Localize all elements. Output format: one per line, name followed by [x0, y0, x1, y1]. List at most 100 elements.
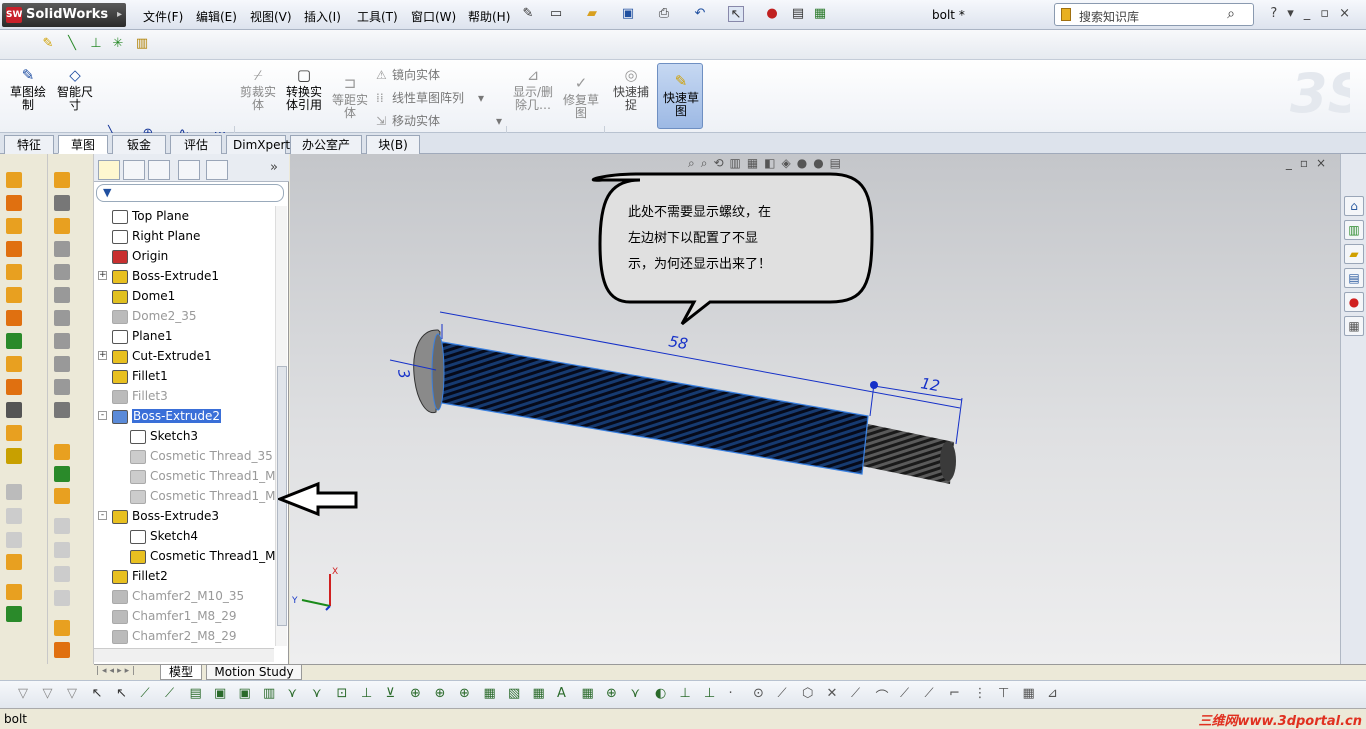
tree-node[interactable]: Cosmetic Thread1_M	[130, 486, 275, 506]
point-tool-icon[interactable]: ✳	[110, 36, 126, 52]
open-folder-icon[interactable]: ▰	[584, 6, 600, 22]
tree-node[interactable]: Origin	[112, 246, 168, 266]
property-manager-tab-icon[interactable]	[123, 160, 145, 180]
selection-filter-icon[interactable]: ⟋	[925, 686, 934, 701]
tab-evaluate[interactable]: 评估	[170, 135, 222, 154]
tree-node[interactable]: Cut-Extrude1	[112, 346, 212, 366]
feature-tool-icon[interactable]	[6, 532, 22, 548]
menu-file[interactable]: 文件(F)	[143, 8, 183, 25]
selection-filter-icon[interactable]: ⊻	[386, 686, 396, 701]
selection-filter-icon[interactable]: ▽	[67, 686, 77, 701]
selection-filter-icon[interactable]: ▽	[43, 686, 53, 701]
selection-filter-icon[interactable]: ⟋	[778, 686, 787, 701]
tab-model[interactable]: 模型	[160, 665, 202, 680]
tree-node[interactable]: Sketch4	[130, 526, 198, 546]
selection-filter-icon[interactable]: ⊥	[680, 686, 691, 701]
selection-filter-icon[interactable]: ⊡	[337, 686, 348, 701]
feature-tool-icon[interactable]	[6, 264, 22, 280]
tree-node[interactable]: Plane1	[112, 326, 173, 346]
sketch-pencil-icon[interactable]: ✎	[40, 36, 56, 52]
selection-filter-icon[interactable]: ▦	[1023, 686, 1035, 701]
sketch-tool-icon[interactable]	[54, 620, 70, 636]
feature-manager-tab-icon[interactable]	[98, 160, 120, 180]
feature-tool-icon[interactable]	[6, 554, 22, 570]
file-properties-icon[interactable]: ▤	[790, 6, 806, 22]
selection-filter-icon[interactable]: ↖	[92, 686, 103, 701]
undo-icon[interactable]: ↶	[692, 6, 708, 22]
menu-tools[interactable]: 工具(T)	[357, 8, 398, 25]
selection-filter-icon[interactable]: ▣	[214, 686, 226, 701]
smart-dimension-button[interactable]: ◇ 智能尺 寸	[54, 66, 96, 112]
linear-pattern-button[interactable]: ⁞⁞ 线性草图阵列 ▾	[376, 89, 484, 106]
tree-node[interactable]: Chamfer2_M10_35	[112, 586, 244, 606]
repair-sketch-button[interactable]: ✓ 修复草 图	[560, 74, 602, 120]
tab-features[interactable]: 特征	[4, 135, 54, 154]
feature-tool-icon[interactable]	[6, 584, 22, 600]
selection-filter-icon[interactable]: ▤	[190, 686, 202, 701]
menu-help[interactable]: 帮助(H)	[468, 8, 510, 25]
selection-filter-icon[interactable]: ⊕	[459, 686, 470, 701]
rapid-sketch-button[interactable]: ✎ 快速草 图	[657, 63, 703, 129]
sketch-tool-icon[interactable]	[54, 218, 70, 234]
display-delete-relations-button[interactable]: ⊿ 显示/删 除几…	[510, 66, 556, 112]
dropdown-arrow-icon[interactable]: ▾	[478, 91, 484, 105]
tree-horizontal-scrollbar[interactable]	[94, 648, 274, 662]
design-library-icon[interactable]: ▥	[1344, 220, 1364, 240]
tree-node[interactable]: Boss-Extrude1	[112, 266, 219, 286]
sketch-tool-icon[interactable]	[54, 241, 70, 257]
sketch-tool-icon[interactable]	[54, 444, 70, 460]
sketch-tool-icon[interactable]	[54, 488, 70, 504]
tree-node[interactable]: Fillet3	[112, 386, 168, 406]
sketch-tool-icon[interactable]	[54, 356, 70, 372]
sketch-tool-icon[interactable]	[54, 195, 70, 211]
offset-entities-button[interactable]: ⊐ 等距实 体	[330, 74, 370, 120]
selection-filter-icon[interactable]: ⊥	[704, 686, 715, 701]
feature-tool-icon[interactable]	[6, 606, 22, 622]
tab-office-products[interactable]: 办公室产品	[290, 135, 362, 170]
tab-dimxpert[interactable]: DimXpert	[226, 135, 290, 154]
line-tool-icon[interactable]: ╲	[64, 36, 80, 52]
search-icon[interactable]: ⌕	[1227, 6, 1235, 22]
pin-icon[interactable]: ✎	[520, 6, 536, 22]
move-entities-button[interactable]: ⇲ 移动实体 ▾	[376, 112, 502, 129]
dimxpert-manager-tab-icon[interactable]	[178, 160, 200, 180]
tab-sheet-metal[interactable]: 钣金	[112, 135, 166, 154]
sketch-tool-icon[interactable]	[54, 590, 70, 606]
selection-filter-icon[interactable]: ⋮	[974, 686, 987, 701]
selection-filter-icon[interactable]: ▦	[533, 686, 545, 701]
sketch-button[interactable]: ✎ 草图绘 制	[8, 66, 48, 112]
mirror-entities-button[interactable]: ⚠ 镜向实体	[376, 66, 440, 83]
sketch-tool-icon[interactable]	[54, 402, 70, 418]
tree-expand-toggle[interactable]: -	[98, 511, 107, 520]
selection-filter-icon[interactable]: ⟋	[141, 686, 150, 701]
selection-filter-icon[interactable]: ⊥	[361, 686, 372, 701]
selection-filter-icon[interactable]: ⊕	[606, 686, 617, 701]
tree-expand-toggle[interactable]: +	[98, 271, 107, 280]
dimension-12[interactable]: 12	[919, 374, 941, 395]
dropdown-arrow-icon[interactable]: ▾	[496, 114, 502, 128]
tree-node[interactable]: Chamfer2_M8_29	[112, 626, 236, 646]
menu-view[interactable]: 视图(V)	[250, 8, 292, 25]
selection-filter-icon[interactable]: ⟋	[165, 686, 174, 701]
tree-node[interactable]: Boss-Extrude2	[112, 406, 221, 426]
expand-tabs-icon[interactable]: »	[270, 160, 278, 175]
tree-node[interactable]: Dome2_35	[112, 306, 197, 326]
selection-filter-icon[interactable]: ⌐	[949, 686, 960, 701]
display-manager-tab-icon[interactable]	[206, 160, 228, 180]
selection-filter-icon[interactable]: ⊙	[753, 686, 764, 701]
home-icon[interactable]: ⌂	[1344, 196, 1364, 216]
trim-entities-button[interactable]: ⌿ 剪裁实 体	[238, 66, 278, 112]
sketch-tool-icon[interactable]	[54, 466, 70, 482]
sketch-tool-icon[interactable]	[54, 379, 70, 395]
feature-tool-icon[interactable]	[6, 484, 22, 500]
tree-node[interactable]: Boss-Extrude3	[112, 506, 219, 526]
tree-node[interactable]: Top Plane	[112, 206, 189, 226]
dimension-3[interactable]: 3	[394, 368, 413, 381]
sketch-tool-icon[interactable]	[54, 642, 70, 658]
tree-vertical-scrollbar[interactable]	[275, 206, 287, 646]
tree-node[interactable]: Chamfer1_M8_29	[112, 606, 236, 626]
selection-filter-icon[interactable]: ⊕	[410, 686, 421, 701]
dimension-58[interactable]: 58	[667, 332, 689, 353]
selection-filter-icon[interactable]: ⋎	[312, 686, 322, 701]
sketch-tool-icon[interactable]	[54, 542, 70, 558]
